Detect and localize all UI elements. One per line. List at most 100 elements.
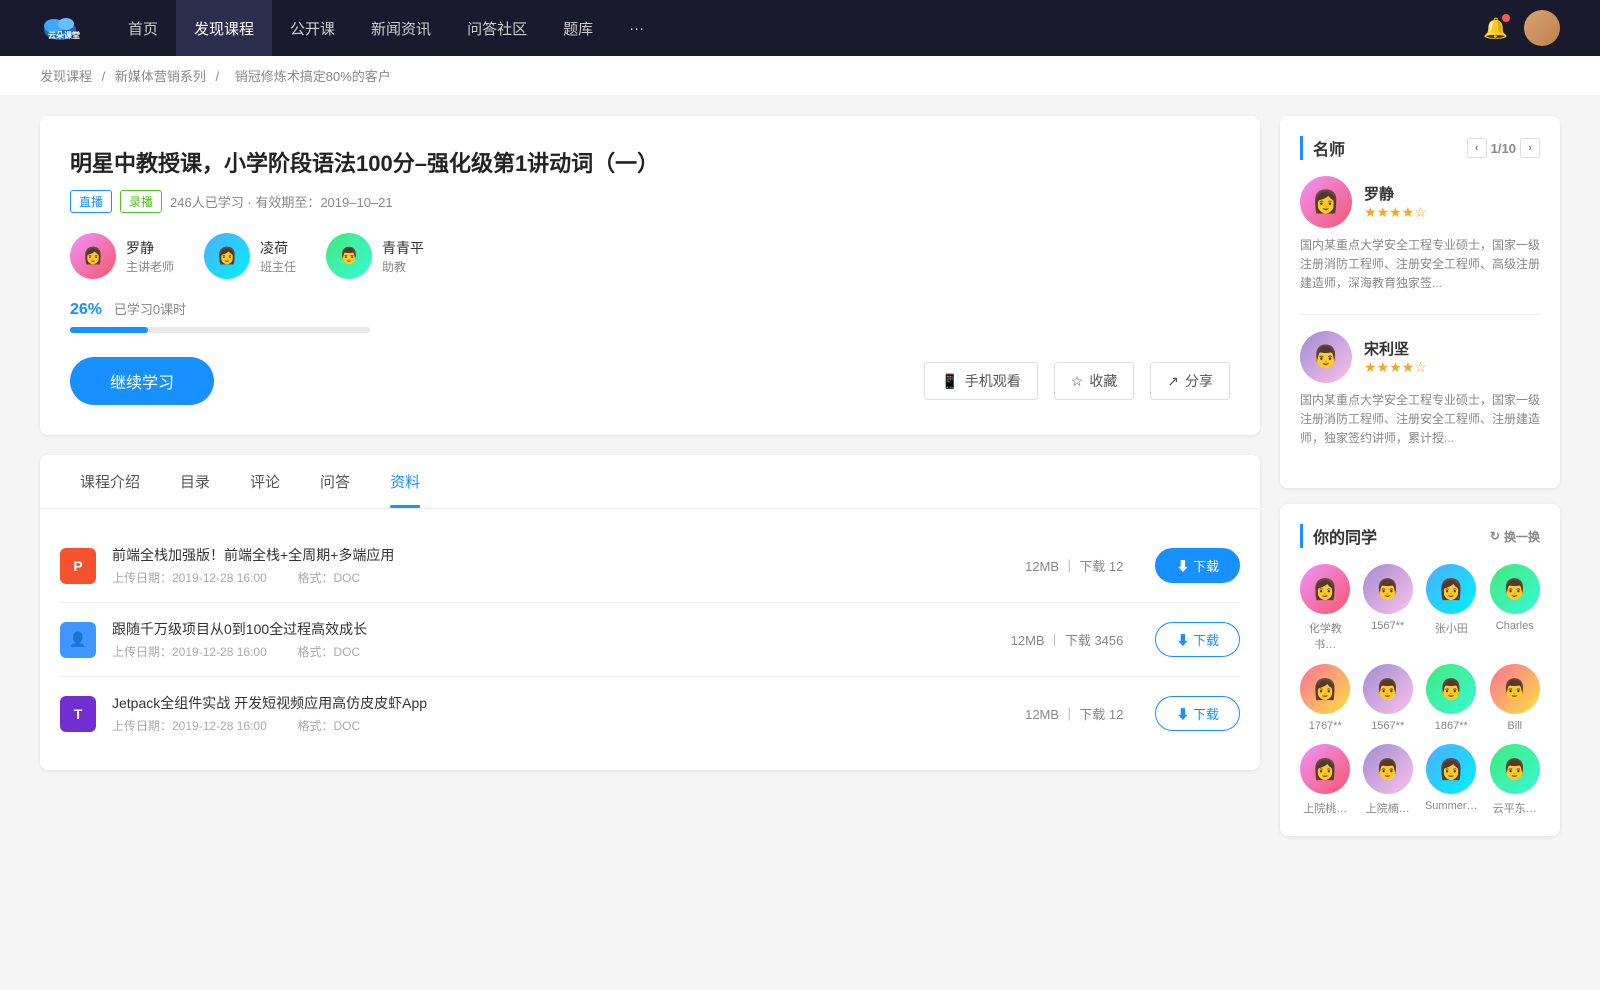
resource-item-1: 👤 跟随千万级项目从0到100全过程高效成长 上传日期：2019-12-28 1…: [60, 603, 1240, 677]
classmate-avatar-11[interactable]: 👨: [1490, 744, 1540, 794]
teacher-item-0: 👩 罗静 ★★★★☆ 国内某重点大学安全工程专业硕士，国家一级注册消防工程师、注…: [1300, 176, 1540, 294]
classmate-name-0: 化学教书…: [1300, 620, 1350, 652]
res-stats-2: 12MB ｜ 下载 12: [1025, 704, 1123, 723]
nav-open-course[interactable]: 公开课: [272, 0, 353, 56]
classmate-name-5: 1567**: [1371, 720, 1404, 732]
nav-discover[interactable]: 发现课程: [176, 0, 272, 56]
nav-news[interactable]: 新闻资讯: [353, 0, 449, 56]
classmate-avatar-4[interactable]: 👩: [1300, 664, 1350, 714]
tabs-section: 课程介绍 目录 评论 问答 资料 P 前端全栈加强版！前端全栈+全周期+多端应用…: [40, 455, 1260, 770]
nav-quiz[interactable]: 题库: [545, 0, 611, 56]
mobile-watch-button[interactable]: 📱 手机观看: [924, 362, 1037, 400]
teacher-header-0: 👩 罗静 ★★★★☆: [1300, 176, 1540, 228]
classmate-avatar-2[interactable]: 👩: [1426, 564, 1476, 614]
tab-catalog[interactable]: 目录: [160, 455, 230, 508]
classmate-5: 👨 1567**: [1362, 664, 1412, 732]
res-meta-0: 上传日期：2019-12-28 16:00 格式：DOC: [112, 569, 1009, 586]
logo[interactable]: 云朵课堂: [40, 8, 80, 48]
teacher-header-1: 👨 宋利坚 ★★★★☆: [1300, 331, 1540, 383]
download-button-0[interactable]: ⬇ 下载: [1155, 548, 1240, 583]
classmate-avatar-3[interactable]: 👨: [1490, 564, 1540, 614]
classmate-avatar-10[interactable]: 👩: [1426, 744, 1476, 794]
classmate-avatar-7[interactable]: 👨: [1490, 664, 1540, 714]
instructor-role-0: 主讲老师: [126, 258, 174, 275]
classmate-avatar-1[interactable]: 👨: [1363, 564, 1413, 614]
classmate-avatar-9[interactable]: 👨: [1363, 744, 1413, 794]
classmate-2: 👩 张小田: [1425, 564, 1478, 652]
teacher-next-button[interactable]: ›: [1520, 138, 1540, 158]
teacher-page: 1/10: [1491, 141, 1516, 156]
instructor-avatar-2: 👨: [326, 233, 372, 279]
breadcrumb-current: 销冠修炼术搞定80%的客户: [235, 69, 391, 84]
classmate-name-11: 云平东…: [1493, 800, 1537, 816]
sidebar: 名师 ‹ 1/10 › 👩 罗静 ★★★★☆: [1280, 116, 1560, 852]
instructor-name-1: 凌荷: [260, 238, 296, 258]
classmate-avatar-5[interactable]: 👨: [1363, 664, 1413, 714]
instructor-role-1: 班主任: [260, 258, 296, 275]
classmate-7: 👨 Bill: [1490, 664, 1540, 732]
classmate-name-10: Summer…: [1425, 800, 1478, 812]
breadcrumb-series[interactable]: 新媒体营销系列: [115, 69, 206, 84]
instructor-name-0: 罗静: [126, 238, 174, 258]
nav-qa[interactable]: 问答社区: [449, 0, 545, 56]
classmate-name-6: 1867**: [1435, 720, 1468, 732]
bell-icon[interactable]: 🔔: [1483, 16, 1508, 41]
instructor-avatar-0: 👩: [70, 233, 116, 279]
classmate-name-3: Charles: [1496, 620, 1534, 632]
nav-items: 首页 发现课程 公开课 新闻资讯 问答社区 题库 ···: [110, 0, 1483, 56]
progress-sub: 已学习0课时: [114, 302, 186, 317]
tab-resources[interactable]: 资料: [370, 455, 440, 508]
refresh-button[interactable]: ↻ 换一换: [1490, 528, 1540, 545]
classmate-name-4: 1767**: [1309, 720, 1342, 732]
badge-record: 录播: [120, 190, 162, 213]
teacher-name-0: 罗静: [1364, 183, 1427, 204]
resource-item-0: P 前端全栈加强版！前端全栈+全周期+多端应用 上传日期：2019-12-28 …: [60, 529, 1240, 603]
progress-bar-fill: [70, 327, 148, 333]
nav-more[interactable]: ···: [611, 0, 662, 56]
download-button-2[interactable]: ⬇ 下载: [1155, 696, 1240, 731]
navigation: 云朵课堂 首页 发现课程 公开课 新闻资讯 问答社区 题库 ··· 🔔: [0, 0, 1600, 56]
share-button[interactable]: ↗ 分享: [1150, 362, 1230, 400]
progress-section: 26% 已学习0课时: [70, 299, 1230, 333]
res-meta-2: 上传日期：2019-12-28 16:00 格式：DOC: [112, 717, 1009, 734]
classmate-10: 👩 Summer…: [1425, 744, 1478, 816]
progress-percent: 26%: [70, 301, 102, 318]
res-title-2: Jetpack全组件实战 开发短视频应用高仿皮皮虾App: [112, 693, 1009, 713]
notification-dot: [1502, 14, 1510, 22]
teacher-desc-1: 国内某重点大学安全工程专业硕士，国家一级注册消防工程师、注册安全工程师、注册建造…: [1300, 391, 1540, 449]
classmates-card: 你的同学 ↻ 换一换 👩 化学教书… 👨 1567** 👩 张小田: [1280, 504, 1560, 836]
continue-button[interactable]: 继续学习: [70, 357, 214, 405]
res-info-0: 前端全栈加强版！前端全栈+全周期+多端应用 上传日期：2019-12-28 16…: [112, 545, 1009, 586]
teacher-avatar-0: 👩: [1300, 176, 1352, 228]
classmate-name-8: 上院桃…: [1303, 800, 1347, 816]
tab-intro[interactable]: 课程介绍: [60, 455, 160, 508]
breadcrumb: 发现课程 / 新媒体营销系列 / 销冠修炼术搞定80%的客户: [0, 56, 1600, 96]
teacher-item-1: 👨 宋利坚 ★★★★☆ 国内某重点大学安全工程专业硕士，国家一级注册消防工程师、…: [1300, 331, 1540, 449]
classmate-3: 👨 Charles: [1490, 564, 1540, 652]
instructor-name-2: 青青平: [382, 238, 424, 258]
share-icon: ↗: [1167, 373, 1179, 390]
instructors: 👩 罗静 主讲老师 👩 凌荷 班主任: [70, 233, 1230, 279]
download-button-1[interactable]: ⬇ 下载: [1155, 622, 1240, 657]
collect-button[interactable]: ☆ 收藏: [1054, 362, 1135, 400]
tab-comments[interactable]: 评论: [230, 455, 300, 508]
instructor-2: 👨 青青平 助教: [326, 233, 424, 279]
nav-home[interactable]: 首页: [110, 0, 176, 56]
course-meta: 246人已学习 · 有效期至：2019–10–21: [170, 192, 393, 211]
classmate-avatar-0[interactable]: 👩: [1300, 564, 1350, 614]
teachers-card: 名师 ‹ 1/10 › 👩 罗静 ★★★★☆: [1280, 116, 1560, 488]
progress-bar-bg: [70, 327, 370, 333]
breadcrumb-discover[interactable]: 发现课程: [40, 69, 92, 84]
classmate-avatar-8[interactable]: 👩: [1300, 744, 1350, 794]
tab-qa[interactable]: 问答: [300, 455, 370, 508]
classmate-1: 👨 1567**: [1362, 564, 1412, 652]
instructor-1: 👩 凌荷 班主任: [204, 233, 296, 279]
classmate-11: 👨 云平东…: [1490, 744, 1540, 816]
teacher-avatar-1: 👨: [1300, 331, 1352, 383]
main-layout: 明星中教授课，小学阶段语法100分–强化级第1讲动词（一） 直播 录播 246人…: [0, 96, 1600, 872]
teacher-prev-button[interactable]: ‹: [1467, 138, 1487, 158]
classmates-grid: 👩 化学教书… 👨 1567** 👩 张小田 👨 Charles 👩 1767*…: [1300, 564, 1540, 816]
res-info-2: Jetpack全组件实战 开发短视频应用高仿皮皮虾App 上传日期：2019-1…: [112, 693, 1009, 734]
classmate-avatar-6[interactable]: 👨: [1426, 664, 1476, 714]
user-avatar-nav[interactable]: [1524, 10, 1560, 46]
